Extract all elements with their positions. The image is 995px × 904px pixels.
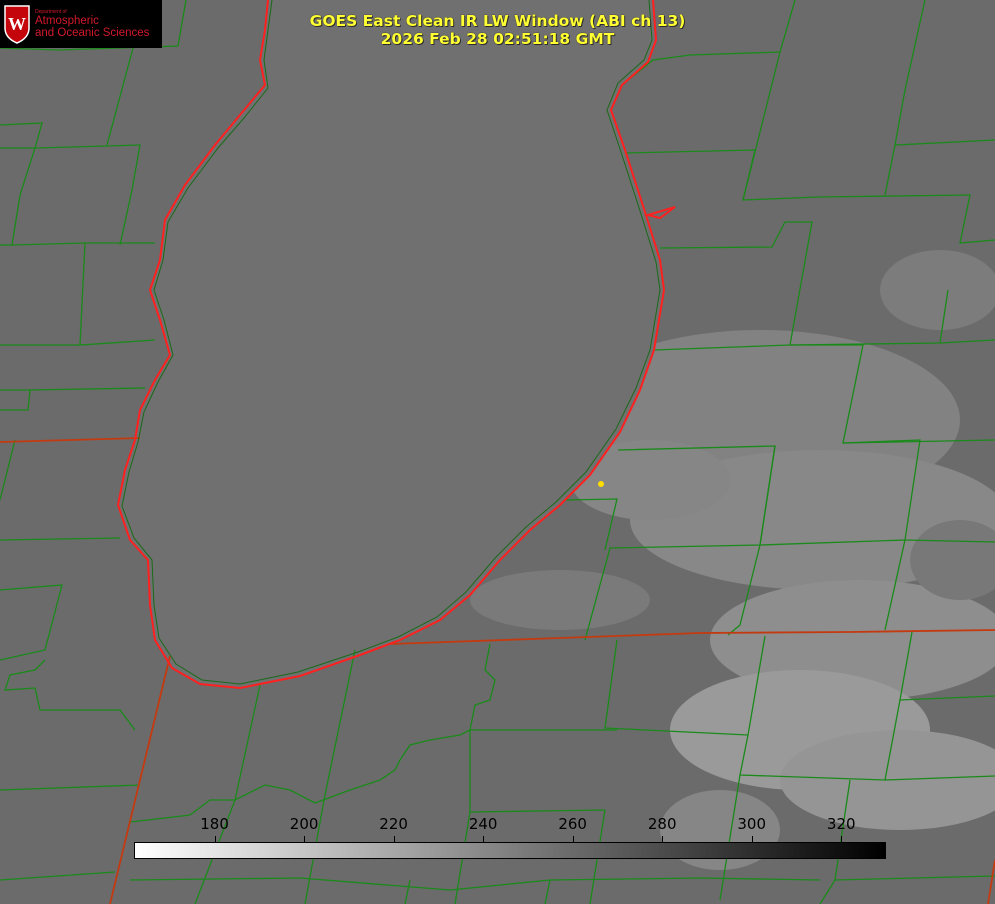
image-timestamp: 2026 Feb 28 02:51:18 GMT [380,30,615,48]
ir-satellite-image [0,0,995,904]
colorbar-tick-mark [304,836,306,842]
colorbar-tick-label: 300 [737,815,767,833]
location-marker [598,481,604,487]
colorbar-tick-label: 220 [379,815,408,833]
satellite-map-view: W Department of Atmospheric and Oceanic … [0,0,995,904]
colorbar-tick-mark [751,836,753,842]
colorbar-tick-mark [214,836,216,842]
temperature-colorbar [134,842,886,859]
colorbar-tick-mark [393,836,395,842]
colorbar-tick-mark [483,836,485,842]
colorbar-tick-label: 200 [289,815,319,833]
colorbar-tick-label: 320 [826,815,856,833]
colorbar-tick-mark [662,836,664,842]
colorbar-tick-label: 280 [647,815,677,833]
colorbar-tick-mark [572,836,574,842]
colorbar-tick-label: 240 [468,815,498,833]
colorbar-tick-label: 260 [558,815,587,833]
image-title: GOES East Clean IR LW Window (ABI ch 13) [309,12,686,30]
colorbar-tick-label: 180 [200,815,229,833]
colorbar-tick-mark [841,836,843,842]
